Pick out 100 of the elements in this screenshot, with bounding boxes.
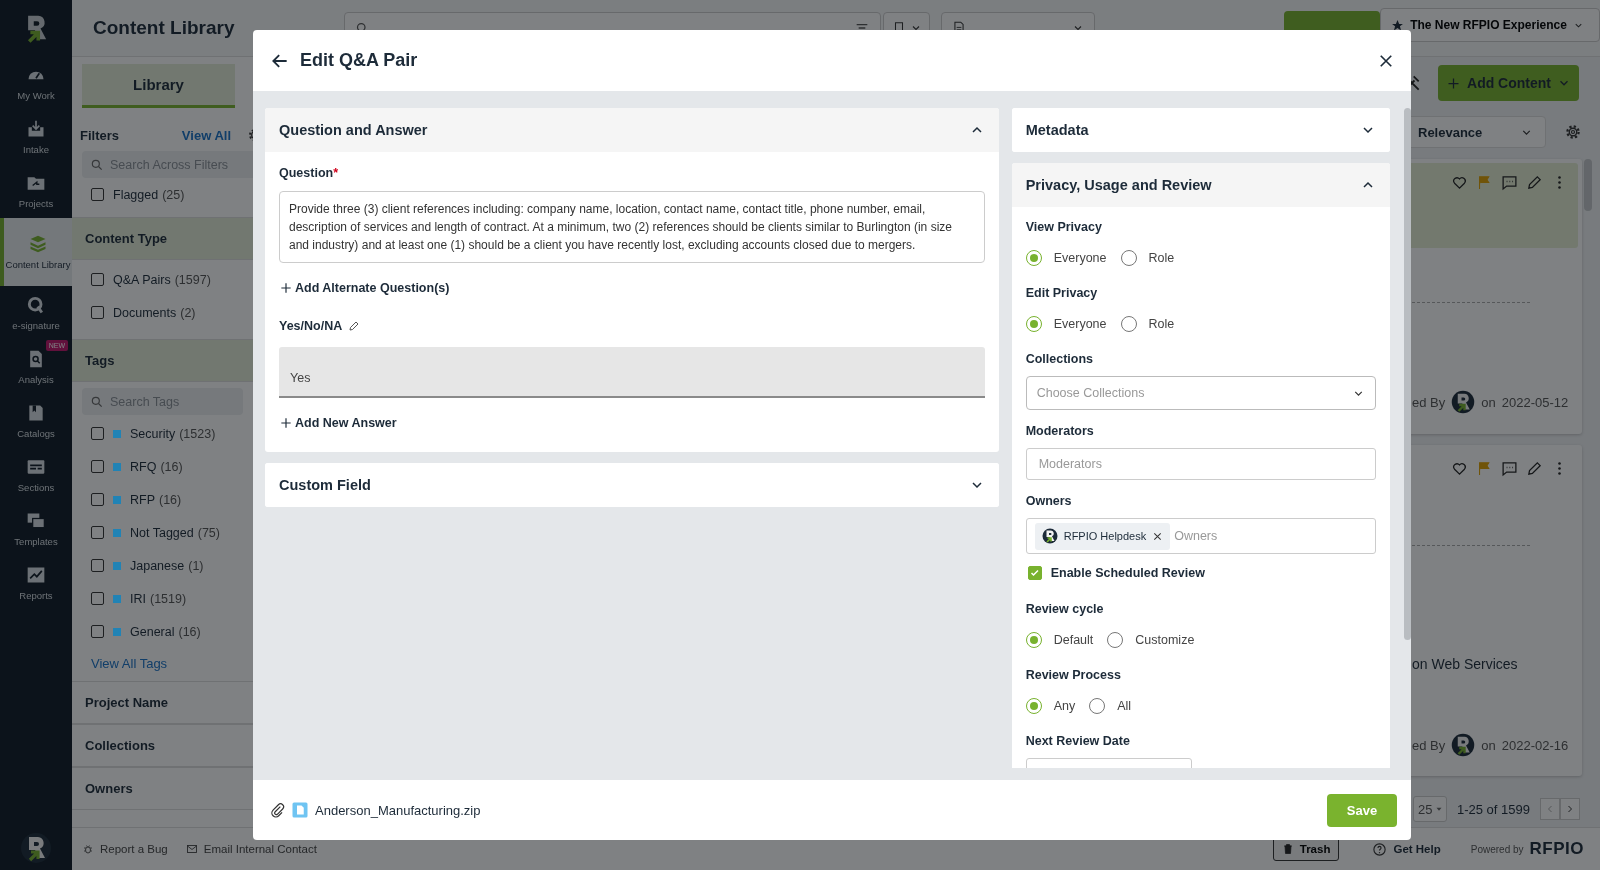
q-icon xyxy=(26,294,46,315)
page-size-dropdown[interactable]: 25 xyxy=(1413,796,1447,822)
library-tab[interactable]: Library xyxy=(82,64,235,108)
answer-label: Yes/No/NA xyxy=(279,318,343,335)
attachment-name[interactable]: Anderson_Manufacturing.zip xyxy=(315,802,1321,818)
save-button[interactable]: Save xyxy=(1327,793,1397,827)
checkbox[interactable] xyxy=(1027,566,1042,580)
radio-option[interactable]: Customize xyxy=(1107,632,1195,648)
get-help-link[interactable]: Get Help xyxy=(1372,841,1441,857)
filter-label: General xyxy=(130,624,175,639)
nav-item[interactable]: My Work xyxy=(0,56,72,110)
date-label: on xyxy=(1481,394,1496,410)
input-field[interactable]: Moderators xyxy=(1025,448,1376,480)
avatar-icon xyxy=(1451,733,1476,757)
add-content-button[interactable]: Add Content xyxy=(1438,65,1579,101)
heart-icon[interactable] xyxy=(1451,460,1468,477)
scrollbar[interactable] xyxy=(1404,108,1411,640)
heart-icon[interactable] xyxy=(1451,174,1468,191)
radio-option[interactable]: Role xyxy=(1120,316,1175,332)
filters-title: Filters xyxy=(80,127,119,143)
owner-chip[interactable]: RFPIO Helpdesk xyxy=(1034,522,1171,550)
edit-icon[interactable] xyxy=(348,320,361,332)
radio-option[interactable]: Any xyxy=(1025,698,1076,714)
date-label: on xyxy=(1481,737,1496,753)
bug-icon xyxy=(82,843,94,855)
checkbox[interactable] xyxy=(91,493,104,506)
check-icon xyxy=(1028,567,1041,579)
comment-icon[interactable] xyxy=(1501,174,1518,191)
filter-count: (1523) xyxy=(179,426,216,441)
radio-option[interactable]: Everyone xyxy=(1025,250,1107,266)
section-header[interactable]: Question and Answer xyxy=(265,108,999,152)
stack-icon xyxy=(28,233,48,254)
checkbox[interactable] xyxy=(91,427,104,440)
nav-item[interactable]: Intake xyxy=(0,110,72,164)
section-header[interactable]: Privacy, Usage and Review xyxy=(1011,163,1390,207)
comment-icon[interactable] xyxy=(1501,460,1518,477)
report-bug-link[interactable]: Report a Bug xyxy=(82,843,168,855)
radio-option[interactable]: Everyone xyxy=(1025,316,1107,332)
filter-label: RFP xyxy=(130,492,155,507)
field-label: Review Process xyxy=(1025,667,1122,684)
section-header[interactable]: Custom Field xyxy=(265,463,999,507)
settings-icon[interactable] xyxy=(1564,123,1582,141)
filter-count: (16) xyxy=(160,459,183,474)
add-alternate-question-button[interactable]: Add Alternate Question(s) xyxy=(279,281,450,295)
page-title: Content Library xyxy=(92,17,236,39)
search-icon xyxy=(90,394,104,409)
brand-name: RFPIO xyxy=(1529,839,1584,859)
filter-count: (75) xyxy=(197,525,220,540)
edit-icon[interactable] xyxy=(1526,460,1543,477)
nav-item[interactable]: Content Library xyxy=(0,218,72,286)
checkbox[interactable] xyxy=(91,625,104,638)
checkbox-label: Enable Scheduled Review xyxy=(1050,566,1205,580)
checkbox[interactable] xyxy=(91,188,104,201)
paperclip-icon[interactable] xyxy=(269,802,285,818)
experience-dropdown[interactable]: The New RFPIO Experience xyxy=(1380,8,1600,42)
help-icon xyxy=(1372,841,1388,857)
checkbox[interactable] xyxy=(91,559,104,572)
checkbox[interactable] xyxy=(91,273,104,286)
filter-label: Documents xyxy=(113,305,177,320)
filter-count: (16) xyxy=(159,492,182,507)
filter-label: Japanese xyxy=(130,558,185,573)
nav-item[interactable]: Templates xyxy=(0,502,72,556)
nav-item[interactable]: Sections xyxy=(0,448,72,502)
question-field[interactable]: Provide three (3) client references including: company name, location, contact name, contact title, phone number, email, description of services and length of contract. At a minimum, two (2) references should be clients similar to Burlington (in size and industry) and at least one (1) should be a client you have recently lost, excluding accounts closed due to mergers. xyxy=(279,191,985,263)
filter-count: (1597) xyxy=(174,272,211,287)
owners-field[interactable]: RFPIO Helpdesk Owners xyxy=(1025,518,1376,554)
view-all-link[interactable]: View All xyxy=(181,127,231,143)
filter-label: Flagged xyxy=(113,187,159,202)
plus-icon xyxy=(279,416,293,430)
required-mark: * xyxy=(333,165,339,182)
nav-item[interactable]: Projects xyxy=(0,164,72,218)
remove-icon[interactable] xyxy=(1152,530,1164,542)
powered-by-label: Powered by xyxy=(1470,843,1524,855)
star-icon xyxy=(1391,18,1405,32)
logo-icon xyxy=(20,832,52,864)
avatar-icon xyxy=(1041,528,1058,544)
answer-field[interactable]: Yes xyxy=(279,347,985,398)
nav-item[interactable]: e-signature xyxy=(0,286,72,340)
filter-label: Not Tagged xyxy=(130,525,194,540)
filter-count: (1519) xyxy=(150,591,187,606)
checkbox[interactable] xyxy=(91,306,104,319)
add-answer-button[interactable]: Add New Answer xyxy=(279,416,397,430)
checkbox[interactable] xyxy=(91,592,104,605)
nav-item[interactable]: Reports xyxy=(0,556,72,610)
edit-icon[interactable] xyxy=(1526,174,1543,191)
avatar-icon xyxy=(1451,390,1476,414)
nav-item[interactable]: Catalogs xyxy=(0,394,72,448)
checkbox[interactable] xyxy=(91,460,104,473)
filter-count: (2) xyxy=(180,305,196,320)
radio-option[interactable]: Role xyxy=(1120,250,1175,266)
field-label: Moderators xyxy=(1025,423,1095,440)
radio-option[interactable]: Default xyxy=(1025,632,1094,648)
question-label: Question xyxy=(279,165,334,182)
section-header[interactable]: Metadata xyxy=(1011,108,1390,152)
radio-option[interactable]: All xyxy=(1089,698,1132,714)
view-all-tags-link[interactable]: View All Tags xyxy=(72,648,168,681)
collections-dropdown[interactable]: Choose Collections xyxy=(1025,376,1376,410)
download-icon xyxy=(26,118,46,139)
email-contact-link[interactable]: Email Internal Contact xyxy=(185,843,317,855)
checkbox[interactable] xyxy=(91,526,104,539)
